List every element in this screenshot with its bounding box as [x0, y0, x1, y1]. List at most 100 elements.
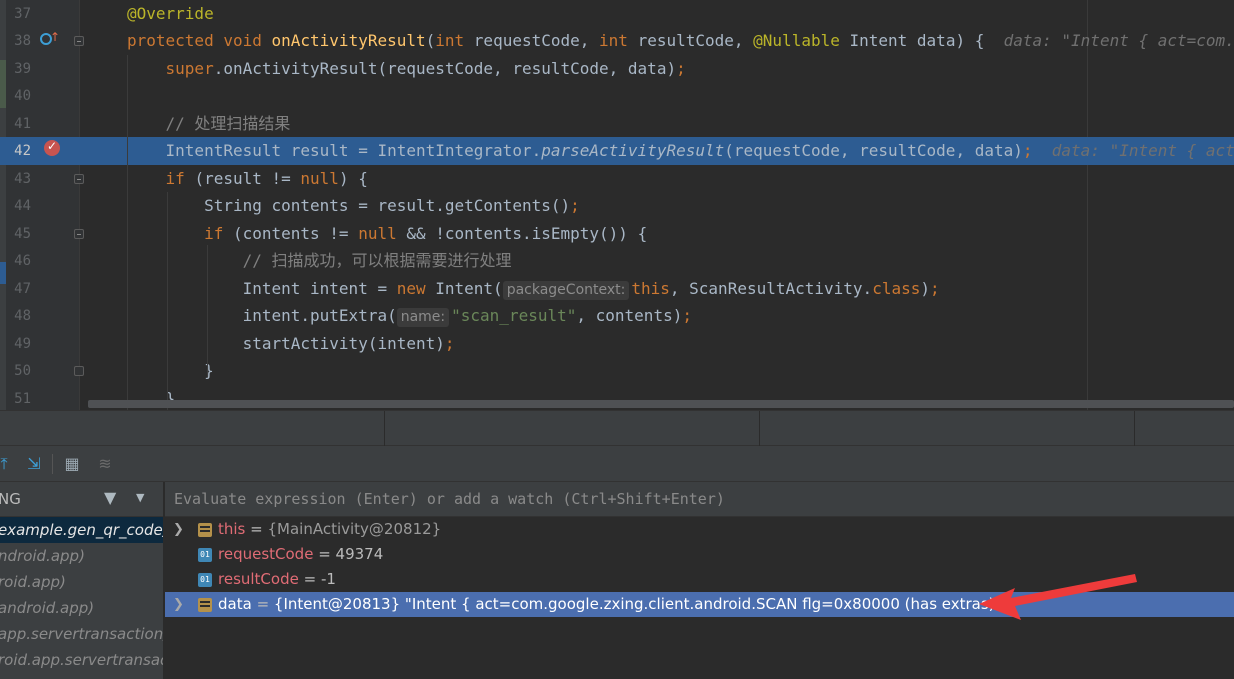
code-text[interactable]: startActivity(intent);	[127, 334, 455, 353]
line-number[interactable]: 51	[0, 390, 31, 408]
code-token: Intent(	[435, 278, 503, 298]
code-token: int	[435, 31, 474, 50]
code-line[interactable]: 46 // 扫描成功，可以根据需要进行处理	[0, 247, 1234, 275]
code-token: ;	[1022, 141, 1033, 160]
code-text[interactable]: // 处理扫描结果	[127, 113, 291, 133]
code-text[interactable]: intent.putExtra(name: "scan_result", cont…	[127, 306, 692, 327]
stack-frame-label: roid.app.servertransac	[0, 651, 164, 669]
chevron-right-icon[interactable]: ❯	[173, 517, 185, 542]
code-token: IntentResult result = IntentIntegrator.	[165, 141, 542, 160]
code-token: )	[920, 278, 930, 298]
tab-separator	[384, 411, 385, 447]
code-editor[interactable]: 37 @Override 38 protected void onActivityRe…	[0, 0, 1234, 410]
inline-debug-value: data: "Intent { act=com.google.zxing.cli…	[1051, 141, 1234, 160]
line-number[interactable]: 50	[0, 362, 31, 380]
step-out-icon[interactable]: ⤒	[0, 454, 14, 474]
code-text[interactable]: }	[127, 361, 214, 380]
evaluate-expression-input[interactable]	[165, 482, 1234, 516]
line-number[interactable]: 48	[0, 307, 31, 325]
code-token: @Override	[127, 3, 214, 23]
line-number[interactable]: 49	[0, 335, 31, 353]
code-text[interactable]: protected void onActivityResult(int requ…	[127, 31, 1234, 50]
line-number[interactable]: 38	[0, 32, 31, 50]
code-line[interactable]: 44 String contents = result.getContents(…	[0, 192, 1234, 220]
code-line[interactable]: 48 intent.putExtra(name: "scan_result", c…	[0, 302, 1234, 330]
line-number[interactable]: 44	[0, 197, 31, 215]
code-line[interactable]: 42 IntentResult result = IntentIntegrato…	[0, 137, 1234, 165]
debug-tab-bar	[0, 410, 1234, 447]
code-line[interactable]: 49 startActivity(intent);	[0, 330, 1234, 358]
fold-toggle-icon[interactable]	[74, 366, 84, 376]
code-line[interactable]: 38 protected void onActivityResult(int re…	[0, 27, 1234, 55]
code-line[interactable]: 43 if (result != null) {	[0, 165, 1234, 193]
stack-frame[interactable]: roid.app)	[0, 569, 163, 595]
code-line[interactable]: 50 }	[0, 357, 1234, 385]
code-text[interactable]: @Override	[127, 4, 214, 23]
primitive-type-icon: 01	[198, 573, 212, 587]
code-text[interactable]: super.onActivityResult(requestCode, resu…	[127, 59, 686, 78]
line-number[interactable]: 47	[0, 280, 31, 298]
line-number[interactable]: 42	[0, 142, 31, 160]
code-text[interactable]: if (result != null) {	[127, 169, 368, 188]
code-token: null	[300, 168, 339, 188]
line-number[interactable]: 46	[0, 252, 31, 270]
code-line[interactable]: 47 Intent intent = new Intent(packageCon…	[0, 275, 1234, 303]
chevron-down-icon[interactable]: ▼	[136, 488, 152, 508]
code-token: .onActivityResult(requestCode, resultCod…	[213, 58, 677, 78]
breakpoint-icon[interactable]	[44, 139, 60, 156]
code-line[interactable]: 37 @Override	[0, 0, 1234, 27]
override-arrow-icon: ↑	[50, 30, 61, 44]
line-number[interactable]: 41	[0, 115, 31, 133]
variable-row[interactable]: ❯ this = {MainActivity@20812}	[165, 517, 1234, 542]
line-number[interactable]: 39	[0, 60, 31, 78]
code-token: new	[396, 278, 436, 298]
code-text[interactable]: // 扫描成功，可以根据需要进行处理	[127, 251, 512, 270]
code-line[interactable]: 41 // 处理扫描结果	[0, 110, 1234, 138]
tab-separator	[1134, 411, 1135, 447]
variable-value: -1	[320, 570, 336, 588]
variable-text: this = {MainActivity@20812}	[218, 517, 441, 542]
code-line[interactable]: 40	[0, 82, 1234, 110]
filter-icon[interactable]: ▼	[104, 488, 122, 508]
chevron-right-icon[interactable]: ❯	[173, 592, 185, 617]
tab-separator	[759, 411, 760, 447]
stack-frame[interactable]: roid.app.servertransac	[0, 647, 164, 673]
code-token: }	[204, 361, 214, 380]
code-token: int	[599, 31, 638, 50]
trace-icon[interactable]: ≋	[95, 454, 115, 474]
indent-guide	[127, 55, 128, 410]
run-to-cursor-icon[interactable]: ⇲	[24, 454, 44, 474]
code-token: super	[165, 58, 214, 78]
fold-toggle-icon[interactable]	[74, 36, 84, 46]
code-line[interactable]: 45 if (contents != null && !contents.isE…	[0, 220, 1234, 248]
stack-frame[interactable]: example.gen_qr_code)	[0, 517, 163, 543]
variable-text: requestCode = 49374	[218, 542, 383, 567]
evaluate-expression-icon[interactable]: ▦	[62, 454, 82, 474]
line-number[interactable]: 45	[0, 225, 31, 243]
stack-frame[interactable]: android.app)	[0, 595, 163, 621]
fold-toggle-icon[interactable]	[74, 173, 84, 184]
fold-toggle-icon[interactable]	[74, 228, 84, 239]
variable-row[interactable]: 01 requestCode = 49374	[165, 542, 1234, 567]
code-token: , ScanResultActivity.	[669, 278, 873, 298]
horizontal-scrollbar[interactable]	[88, 400, 1234, 408]
thread-selector-label[interactable]: NG	[0, 490, 21, 508]
stack-frame-label: android.app)	[0, 599, 95, 617]
stack-frame[interactable]: ndroid.app)	[0, 543, 163, 569]
code-token: startActivity(intent)	[242, 333, 445, 353]
frames-panel: NG ▼ ▼ example.gen_qr_code) ndroid.app) ro…	[0, 482, 164, 679]
code-text[interactable]: Intent intent = new Intent(packageContex…	[127, 279, 940, 300]
stack-frame[interactable]: app.servertransaction)	[0, 621, 163, 647]
line-number[interactable]: 43	[0, 170, 31, 188]
code-text[interactable]: String contents = result.getContents();	[127, 196, 580, 215]
object-type-icon	[198, 598, 212, 612]
code-token: // 处理扫描结果	[165, 113, 291, 133]
code-text[interactable]: if (contents != null && !contents.isEmpt…	[127, 224, 647, 243]
code-line[interactable]: 39 super.onActivityResult(requestCode, r…	[0, 55, 1234, 83]
line-number[interactable]: 40	[0, 87, 31, 105]
code-text[interactable]: IntentResult result = IntentIntegrator.p…	[127, 141, 1234, 160]
line-number[interactable]: 37	[0, 5, 31, 23]
code-token: // 扫描成功，可以根据需要进行处理	[242, 251, 512, 270]
code-token: ) {	[338, 168, 368, 188]
